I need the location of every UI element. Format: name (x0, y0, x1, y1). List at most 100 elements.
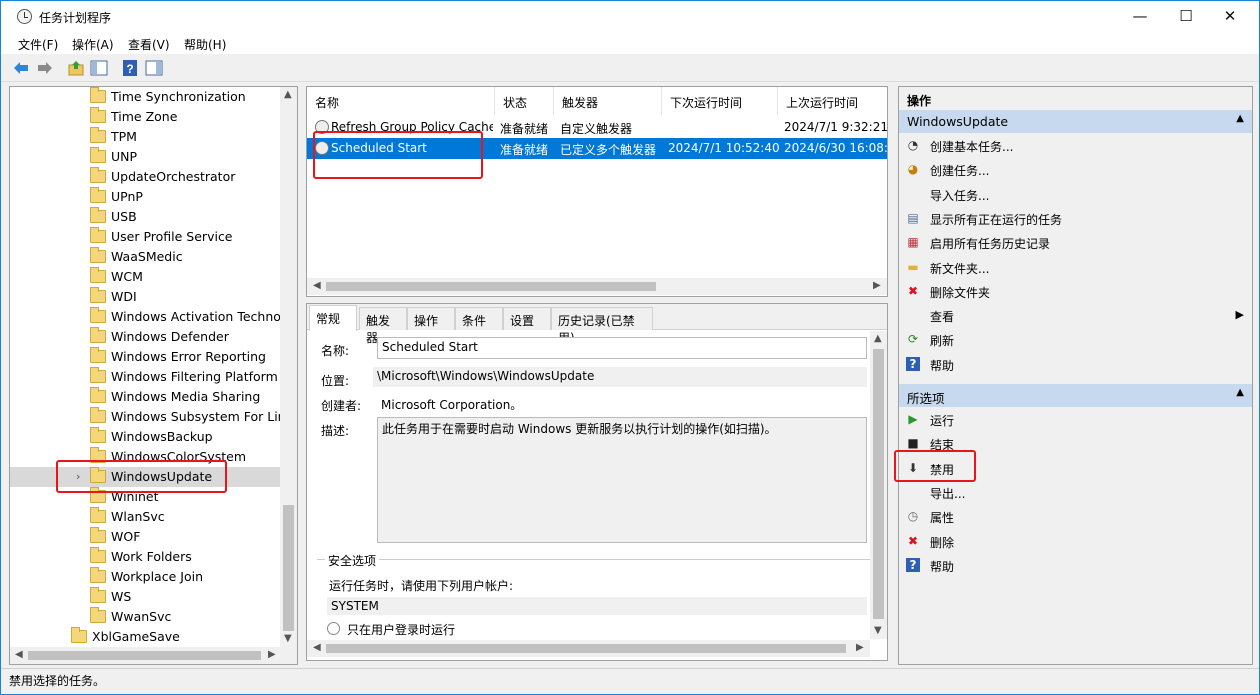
menu-view[interactable]: 查看(V) (128, 36, 170, 53)
task-row-selected[interactable]: Scheduled Start 准备就绪 已定义多个触发器 2024/7/1 1… (307, 138, 887, 159)
minimize-button[interactable]: — (1117, 1, 1163, 32)
column-next-run[interactable]: 下次运行时间 (662, 87, 778, 115)
column-name[interactable]: 名称 (307, 87, 495, 115)
name-field[interactable]: Scheduled Start (377, 337, 867, 359)
menu-help[interactable]: 帮助(H) (184, 36, 226, 53)
tree-item-selected[interactable]: › WindowsUpdate (10, 467, 282, 487)
expand-chevron-icon[interactable]: › (76, 470, 80, 483)
tree-item[interactable]: WindowsBackup (10, 427, 282, 447)
tree-item[interactable]: Windows Filtering Platform (10, 367, 282, 387)
tab-general[interactable]: 常规 (309, 305, 357, 331)
action-item[interactable]: 导入任务... (899, 184, 1252, 206)
tab-actions[interactable]: 操作 (407, 307, 455, 330)
tree-item[interactable]: Time Zone (10, 107, 282, 127)
tree-item[interactable]: WDI (10, 287, 282, 307)
scroll-left-icon[interactable]: ◀ (313, 280, 321, 291)
action-item[interactable]: ? 帮助 (899, 555, 1252, 577)
action-item[interactable]: 导出... (899, 482, 1252, 504)
actions-section-windowsupdate[interactable]: WindowsUpdate ▲ (899, 110, 1252, 133)
show-hide-console-tree-icon[interactable] (90, 59, 108, 77)
tree-item[interactable]: Wininet (10, 487, 282, 507)
tree-item[interactable]: USB (10, 207, 282, 227)
tree-item[interactable]: Work Folders (10, 547, 282, 567)
tree-item[interactable]: Windows Defender (10, 327, 282, 347)
tasklist-hscroll-thumb[interactable] (326, 282, 656, 291)
forward-arrow-icon[interactable] (36, 59, 54, 77)
action-item[interactable]: ? 帮助 (899, 354, 1252, 376)
task-list[interactable]: 名称 状态 触发器 下次运行时间 上次运行时间 Refresh Group Po… (306, 86, 888, 297)
scroll-down-icon[interactable]: ▼ (874, 625, 882, 636)
action-item[interactable]: ⬇ 禁用 (899, 458, 1252, 480)
tree-item[interactable]: UPnP (10, 187, 282, 207)
task-row[interactable]: Refresh Group Policy Cache 准备就绪 自定义触发器 2… (307, 117, 887, 138)
tree-item[interactable]: Windows Activation Technologies (10, 307, 282, 327)
tree-hscroll-thumb[interactable] (28, 651, 261, 660)
menu-file[interactable]: 文件(F) (18, 36, 58, 53)
tree-item[interactable]: WOF (10, 527, 282, 547)
menu-action[interactable]: 操作(A) (72, 36, 114, 53)
details-vertical-scrollbar[interactable]: ▲ ▼ (870, 331, 887, 639)
tree-item[interactable]: Workplace Join (10, 567, 282, 587)
tab-history[interactable]: 历史记录(已禁用) (551, 307, 653, 345)
action-item[interactable]: ✖ 删除 (899, 531, 1252, 553)
collapse-icon[interactable]: ▲ (1236, 387, 1244, 398)
action-item[interactable]: 查看 ▶ (899, 305, 1252, 327)
tree-item[interactable]: WCM (10, 267, 282, 287)
column-status[interactable]: 状态 (495, 87, 554, 115)
tree-item[interactable]: Time Synchronization (10, 87, 282, 107)
collapse-icon[interactable]: ▲ (1236, 113, 1244, 124)
tree-item[interactable]: Windows Subsystem For Linux (10, 407, 282, 427)
tab-conditions[interactable]: 条件 (455, 307, 503, 330)
tree-item[interactable]: UNP (10, 147, 282, 167)
console-tree[interactable]: Time Synchronization Time Zone TPM UNP Updat… (9, 86, 298, 665)
action-item[interactable]: ✖ 删除文件夹 (899, 281, 1252, 303)
scroll-up-icon[interactable]: ▲ (874, 333, 882, 344)
up-folder-icon[interactable] (67, 59, 85, 77)
scroll-left-icon[interactable]: ◀ (313, 642, 321, 653)
action-item[interactable]: ◔ 创建基本任务... (899, 135, 1252, 157)
tree-item[interactable]: WwanSvc (10, 607, 282, 627)
action-item[interactable]: ▤ 显示所有正在运行的任务 (899, 208, 1252, 230)
tree-scroll-thumb[interactable] (283, 505, 294, 631)
close-button[interactable]: ✕ (1207, 1, 1253, 32)
tab-triggers[interactable]: 触发器 (359, 307, 407, 345)
tree-item[interactable]: Windows Media Sharing (10, 387, 282, 407)
tree-item[interactable]: Windows Error Reporting (10, 347, 282, 367)
scroll-up-icon[interactable]: ▲ (284, 89, 292, 100)
column-last-run[interactable]: 上次运行时间 (778, 87, 887, 115)
details-horizontal-scrollbar[interactable]: ◀ ▶ (307, 640, 870, 657)
action-item[interactable]: ▦ 启用所有任务历史记录 (899, 232, 1252, 254)
tree-item[interactable]: WlanSvc (10, 507, 282, 527)
tasklist-horizontal-scrollbar[interactable]: ◀ ▶ (307, 278, 887, 295)
tree-vertical-scrollbar[interactable]: ▲ ▼ (280, 87, 297, 647)
scroll-down-icon[interactable]: ▼ (284, 633, 292, 644)
description-field[interactable]: 此任务用于在需要时启动 Windows 更新服务以执行计划的操作(如扫描)。 (377, 417, 867, 543)
details-scroll-thumb[interactable] (873, 349, 884, 619)
back-arrow-icon[interactable] (12, 59, 30, 77)
maximize-button[interactable]: ☐ (1163, 1, 1209, 32)
tree-item[interactable]: XblGameSave (10, 627, 282, 647)
action-item[interactable]: ▬ 新文件夹... (899, 257, 1252, 279)
show-hide-action-pane-icon[interactable] (145, 59, 163, 77)
scroll-left-icon[interactable]: ◀ (15, 649, 23, 660)
scroll-right-icon[interactable]: ▶ (873, 280, 881, 291)
help-icon[interactable]: ? (121, 59, 139, 77)
scroll-right-icon[interactable]: ▶ (268, 649, 276, 660)
details-hscroll-thumb[interactable] (326, 644, 846, 653)
tree-item[interactable]: WS (10, 587, 282, 607)
action-item[interactable]: ◕ 创建任务... (899, 159, 1252, 181)
action-item[interactable]: ◷ 属性 (899, 506, 1252, 528)
actions-section-selected[interactable]: 所选项 ▲ (899, 384, 1252, 407)
tree-item[interactable]: TPM (10, 127, 282, 147)
tree-item[interactable]: UpdateOrchestrator (10, 167, 282, 187)
tab-settings[interactable]: 设置 (503, 307, 551, 330)
logged-on-only-radio[interactable] (327, 622, 340, 635)
action-item[interactable]: ▶ 运行 (899, 409, 1252, 431)
tree-item[interactable]: User Profile Service (10, 227, 282, 247)
tree-horizontal-scrollbar[interactable]: ◀ ▶ (10, 647, 297, 664)
tree-item[interactable]: WaaSMedic (10, 247, 282, 267)
column-trigger[interactable]: 触发器 (554, 87, 662, 115)
tree-item[interactable]: WindowsColorSystem (10, 447, 282, 467)
action-item[interactable]: ■ 结束 (899, 433, 1252, 455)
action-item[interactable]: ⟳ 刷新 (899, 329, 1252, 351)
